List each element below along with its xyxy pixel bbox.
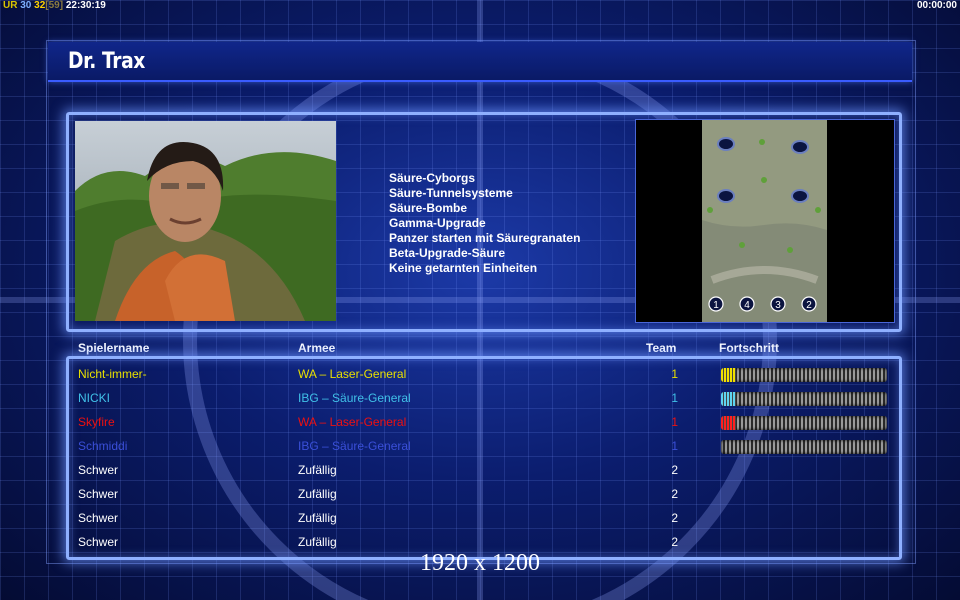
hud-value-b: 32 — [34, 0, 46, 11]
players-table: Nicht-immer- WA – Laser-General 1 NICKI IBG … — [66, 356, 902, 560]
progress-fill — [721, 392, 736, 406]
start-slot[interactable]: 4 — [744, 300, 750, 311]
player-name: Schwer — [78, 487, 119, 501]
hud-timer: 00:00:00 — [916, 0, 957, 11]
player-army: IBG – Säure-General — [298, 439, 411, 453]
trait-item: Säure-Tunnelsysteme — [389, 186, 513, 200]
general-portrait — [75, 121, 336, 321]
players-table-header: Spielername Armee Team Fortschritt — [0, 341, 960, 357]
trait-item: Säure-Cyborgs — [389, 171, 476, 185]
minimap-frame: 1 4 3 2 — [635, 119, 895, 323]
hud-bar: UR 30 32[59] 22:30:19 00:00:00 — [0, 0, 960, 13]
player-team: 1 — [671, 415, 678, 429]
progress-bar — [721, 416, 887, 430]
player-team: 1 — [671, 391, 678, 405]
player-army: Zufällig — [298, 511, 337, 525]
player-name: Schmiddi — [78, 439, 128, 453]
title-bar: Dr. Trax — [48, 42, 912, 82]
player-team: 2 — [671, 463, 678, 477]
progress-bar — [721, 392, 887, 406]
progress-fill — [721, 416, 736, 430]
trait-item: Panzer starten mit Säuregranaten — [389, 231, 581, 245]
start-slot[interactable]: 2 — [806, 300, 812, 311]
column-header-team: Team — [646, 341, 677, 355]
player-team: 2 — [671, 535, 678, 549]
start-slot[interactable]: 1 — [713, 300, 719, 311]
column-header-progress: Fortschritt — [719, 341, 779, 355]
hud-ur: UR — [3, 0, 18, 11]
hud-value-a: 30 — [20, 0, 32, 11]
column-header-army: Armee — [298, 341, 336, 355]
player-army: Zufällig — [298, 463, 337, 477]
player-team: 2 — [671, 487, 678, 501]
table-row[interactable]: Schwer Zufällig 2 — [69, 507, 899, 531]
player-name: Schwer — [78, 463, 119, 477]
trait-item: Beta-Upgrade-Säure — [389, 246, 506, 260]
player-army: IBG – Säure-General — [298, 391, 411, 405]
player-army: Zufällig — [298, 535, 337, 549]
column-header-name: Spielername — [78, 341, 150, 355]
table-row[interactable]: Schmiddi IBG – Säure-General 1 — [69, 435, 899, 459]
player-name: Schwer — [78, 511, 119, 525]
general-traits-list: Säure-Cyborgs Säure-Tunnelsysteme Säure-… — [389, 171, 580, 276]
table-row[interactable]: Skyfire WA – Laser-General 1 — [69, 411, 899, 435]
hud-stats: UR 30 32[59] 22:30:19 — [3, 0, 106, 12]
player-team: 1 — [671, 367, 678, 381]
page-title: Dr. Trax — [68, 49, 145, 74]
player-team: 2 — [671, 511, 678, 525]
table-row[interactable]: Schwer Zufällig 2 — [69, 459, 899, 483]
minimap: 1 4 3 2 — [702, 120, 827, 322]
player-team: 1 — [671, 439, 678, 453]
general-info-panel: Säure-Cyborgs Säure-Tunnelsysteme Säure-… — [66, 112, 902, 332]
trait-item: Säure-Bombe — [389, 201, 468, 215]
trait-item: Keine getarnten Einheiten — [389, 261, 538, 275]
trait-item: Gamma-Upgrade — [389, 216, 486, 230]
player-army: Zufällig — [298, 487, 337, 501]
table-row[interactable]: NICKI IBG – Säure-General 1 — [69, 387, 899, 411]
player-name: NICKI — [78, 391, 111, 405]
player-army: WA – Laser-General — [298, 415, 407, 429]
table-row[interactable]: Nicht-immer- WA – Laser-General 1 — [69, 363, 899, 387]
hud-value-c: [59] — [45, 0, 64, 11]
progress-bar — [721, 368, 887, 382]
player-name: Schwer — [78, 535, 119, 549]
progress-fill — [721, 368, 736, 382]
player-name: Nicht-immer- — [78, 367, 147, 381]
player-army: WA – Laser-General — [298, 367, 407, 381]
resolution-label: 1920 x 1200 — [420, 550, 540, 576]
table-row[interactable]: Schwer Zufällig 2 — [69, 483, 899, 507]
progress-bar — [721, 440, 887, 454]
player-name: Skyfire — [78, 415, 115, 429]
hud-clock: 22:30:19 — [65, 0, 106, 11]
start-slot[interactable]: 3 — [775, 300, 781, 311]
